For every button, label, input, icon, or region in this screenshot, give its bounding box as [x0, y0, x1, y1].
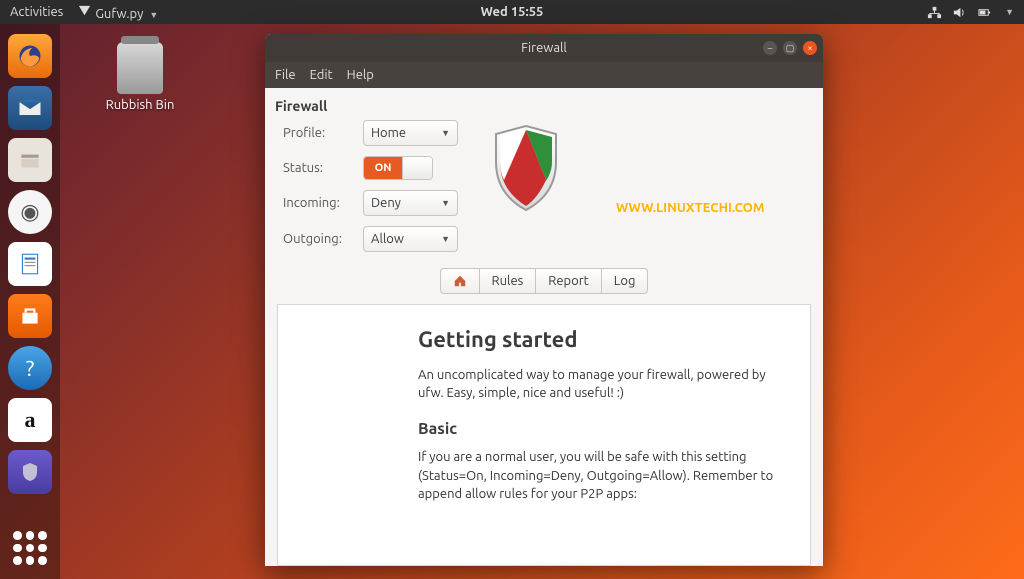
outgoing-value: Allow — [371, 232, 404, 246]
profile-select[interactable]: Home ▼ — [363, 120, 458, 146]
trash-label: Rubbish Bin — [90, 98, 190, 112]
doc-heading: Getting started — [418, 327, 788, 352]
gnome-topbar: Activities Gufw.py ▼ Wed 15:55 ▼ — [0, 0, 1024, 24]
shield-icon — [488, 122, 564, 214]
outgoing-label: Outgoing: — [283, 232, 363, 246]
chevron-down-icon: ▼ — [1005, 7, 1014, 17]
home-icon — [453, 274, 467, 288]
dock-app-help[interactable]: ? — [8, 346, 52, 390]
dock-app-writer[interactable] — [8, 242, 52, 286]
dock-app-software[interactable] — [8, 294, 52, 338]
window-menubar: File Edit Help — [265, 62, 823, 88]
chevron-down-icon: ▼ — [149, 10, 158, 20]
doc-panel[interactable]: Getting started An uncomplicated way to … — [277, 304, 811, 566]
firewall-window: Firewall – ▢ × File Edit Help Firewall P… — [265, 34, 823, 566]
incoming-label: Incoming: — [283, 196, 363, 210]
menu-edit[interactable]: Edit — [310, 68, 333, 82]
tab-bar: Rules Report Log — [265, 268, 823, 294]
app-indicator-icon — [77, 3, 92, 18]
window-title: Firewall — [521, 41, 567, 55]
firewall-form: Profile: Home ▼ Status: ON Incoming: Den… — [265, 120, 823, 262]
chevron-down-icon: ▼ — [441, 198, 450, 208]
incoming-value: Deny — [371, 196, 401, 210]
network-icon — [927, 5, 942, 20]
profile-label: Profile: — [283, 126, 363, 140]
dock-app-thunderbird[interactable] — [8, 86, 52, 130]
status-toggle[interactable]: ON — [363, 156, 433, 180]
profile-value: Home — [371, 126, 406, 140]
shield-graphic — [488, 120, 564, 252]
dock-app-firefox[interactable] — [8, 34, 52, 78]
show-apps-button[interactable] — [13, 531, 47, 565]
activities-button[interactable]: Activities — [10, 5, 63, 19]
dock-app-gufw[interactable] — [8, 450, 52, 494]
chevron-down-icon: ▼ — [441, 128, 450, 138]
tab-home[interactable] — [441, 269, 479, 293]
window-titlebar[interactable]: Firewall – ▢ × — [265, 34, 823, 62]
section-heading: Firewall — [265, 88, 823, 120]
trash-icon — [117, 42, 163, 94]
battery-icon — [977, 5, 992, 20]
window-close-button[interactable]: × — [803, 41, 817, 55]
window-minimize-button[interactable]: – — [763, 41, 777, 55]
toggle-knob — [402, 157, 432, 179]
dock-app-files[interactable] — [8, 138, 52, 182]
system-tray[interactable]: ▼ — [927, 5, 1014, 20]
chevron-down-icon: ▼ — [441, 234, 450, 244]
dock-app-amazon[interactable]: a — [8, 398, 52, 442]
tab-log[interactable]: Log — [601, 269, 648, 293]
outgoing-select[interactable]: Allow ▼ — [363, 226, 458, 252]
app-menu-label: Gufw.py — [95, 7, 143, 21]
doc-basic: If you are a normal user, you will be sa… — [418, 448, 788, 503]
menu-file[interactable]: File — [275, 68, 296, 82]
status-label: Status: — [283, 161, 363, 175]
app-menu[interactable]: Gufw.py ▼ — [77, 3, 158, 21]
watermark-text: WWW.LINUXTECHI.COM — [616, 201, 765, 215]
window-maximize-button[interactable]: ▢ — [783, 41, 797, 55]
tab-report[interactable]: Report — [535, 269, 601, 293]
incoming-select[interactable]: Deny ▼ — [363, 190, 458, 216]
dock: ◉ ? a — [0, 24, 60, 579]
doc-subheading: Basic — [418, 420, 788, 438]
menu-help[interactable]: Help — [347, 68, 374, 82]
tab-rules[interactable]: Rules — [479, 269, 536, 293]
desktop-trash[interactable]: Rubbish Bin — [90, 42, 190, 112]
doc-intro: An uncomplicated way to manage your fire… — [418, 366, 788, 402]
clock[interactable]: Wed 15:55 — [481, 5, 544, 19]
volume-icon — [952, 5, 967, 20]
toggle-on-label: ON — [364, 157, 402, 179]
dock-app-rhythmbox[interactable]: ◉ — [8, 190, 52, 234]
